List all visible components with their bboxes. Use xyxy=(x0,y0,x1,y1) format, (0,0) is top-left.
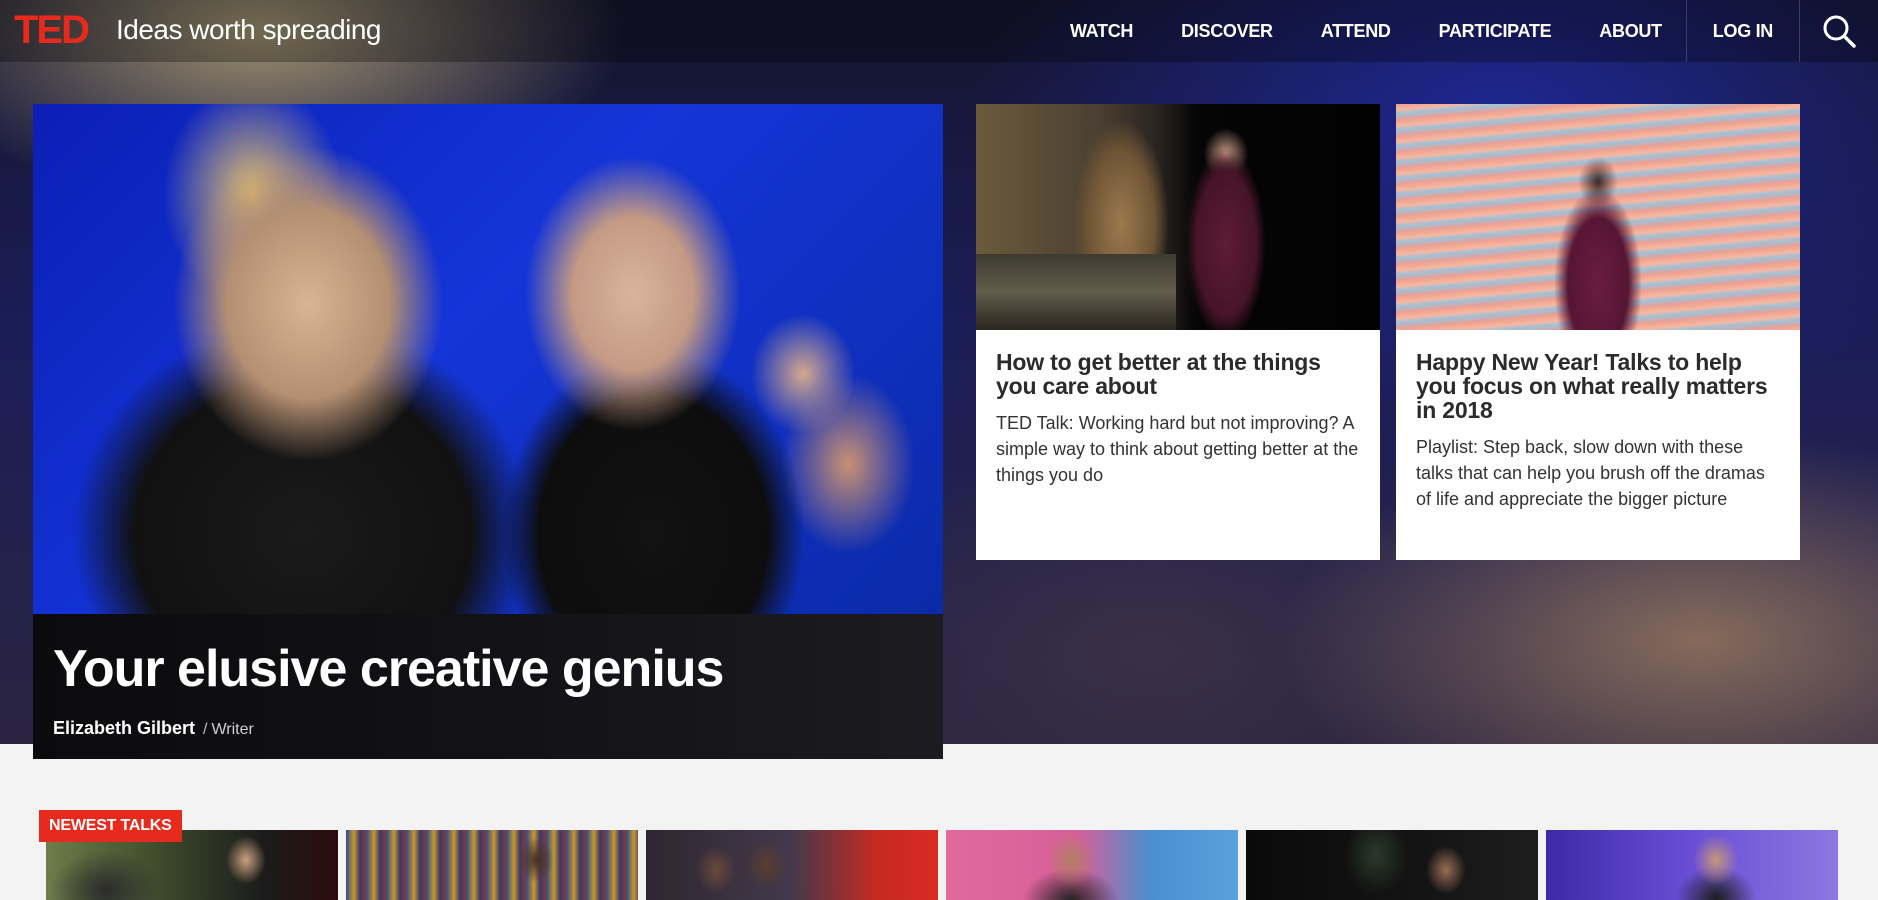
talk-thumbnail[interactable] xyxy=(1546,830,1838,900)
search-icon xyxy=(1823,15,1856,48)
featured-talk-title[interactable]: Your elusive creative genius xyxy=(53,639,724,699)
talk-thumbnail[interactable] xyxy=(646,830,938,900)
talk-thumbnail[interactable] xyxy=(1246,830,1538,900)
nav-discover[interactable]: DISCOVER xyxy=(1157,0,1297,62)
nav-attend[interactable]: ATTEND xyxy=(1297,0,1415,62)
promo-card-better-at-things[interactable]: How to get better at the things you care… xyxy=(976,104,1380,560)
top-navigation-bar: TED Ideas worth spreading WATCH DISCOVER… xyxy=(0,0,1878,62)
card-body: How to get better at the things you care… xyxy=(976,330,1380,488)
tagline: Ideas worth spreading xyxy=(116,14,382,45)
speaker-role: Writer xyxy=(211,721,254,738)
card-title[interactable]: How to get better at the things you care… xyxy=(996,350,1360,398)
newest-talks-badge: NEWEST TALKS xyxy=(39,810,182,842)
card-image[interactable] xyxy=(976,104,1380,330)
main-nav: WATCH DISCOVER ATTEND PARTICIPATE ABOUT … xyxy=(1046,0,1878,62)
featured-talk-meta: Elizabeth Gilbert / Writer xyxy=(53,716,254,742)
meta-separator: / xyxy=(203,721,208,738)
talk-thumbnail[interactable] xyxy=(346,830,638,900)
nav-about[interactable]: ABOUT xyxy=(1575,0,1686,62)
card-title[interactable]: Happy New Year! Talks to help you focus … xyxy=(1416,350,1780,422)
featured-talk[interactable]: Your elusive creative genius Elizabeth G… xyxy=(33,104,943,759)
nav-watch[interactable]: WATCH xyxy=(1046,0,1157,62)
ted-logo[interactable]: TED xyxy=(14,10,90,50)
card-body: Happy New Year! Talks to help you focus … xyxy=(1396,330,1800,512)
card-description: Playlist: Step back, slow down with thes… xyxy=(1416,437,1765,509)
speaker-name: Elizabeth Gilbert xyxy=(53,718,196,738)
card-description: TED Talk: Working hard but not improving… xyxy=(996,413,1359,485)
login-link[interactable]: LOG IN xyxy=(1685,0,1800,62)
nav-participate[interactable]: PARTICIPATE xyxy=(1415,0,1576,62)
featured-talk-image[interactable] xyxy=(33,104,943,614)
promo-card-new-year-playlist[interactable]: Happy New Year! Talks to help you focus … xyxy=(1396,104,1800,560)
search-button[interactable] xyxy=(1800,0,1878,62)
talk-thumbnail[interactable] xyxy=(946,830,1238,900)
card-image[interactable] xyxy=(1396,104,1800,330)
